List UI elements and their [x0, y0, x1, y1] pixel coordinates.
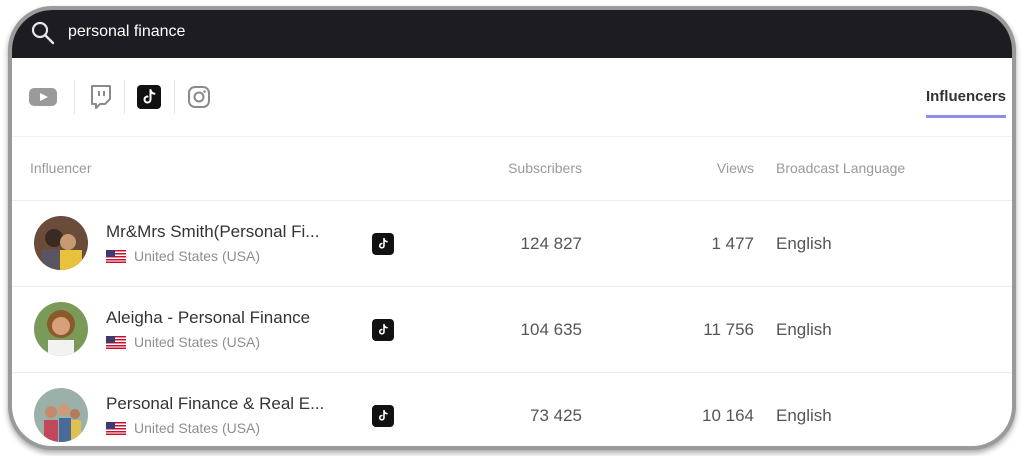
us-flag-icon [106, 250, 126, 263]
influencer-country: United States (USA) [106, 334, 260, 350]
subscribers-value: 73 425 [530, 406, 582, 425]
tiktok-icon [372, 233, 394, 255]
avatar [34, 302, 88, 356]
table-header: Influencer Subscribers Views Broadcast L… [12, 136, 1012, 201]
country-label: United States (USA) [134, 420, 261, 436]
language-value: English [776, 320, 832, 339]
language-value: English [776, 234, 832, 253]
views-value: 1 477 [711, 234, 754, 253]
us-flag-icon [106, 422, 126, 435]
tiktok-icon [372, 405, 394, 427]
language-value: English [776, 406, 832, 425]
views-value: 11 756 [703, 320, 754, 339]
search-icon[interactable] [30, 20, 56, 46]
app-frame: personal finance Influencers Influencer … [8, 6, 1016, 450]
divider [74, 80, 75, 114]
influencer-name[interactable]: Personal Finance & Real E... [106, 394, 324, 414]
avatar [34, 216, 88, 270]
search-bar: personal finance [12, 10, 1012, 58]
tiktok-icon[interactable] [132, 80, 166, 114]
platform-filter-bar: Influencers [12, 58, 1012, 137]
column-header-language[interactable]: Broadcast Language [776, 160, 905, 176]
country-label: United States (USA) [134, 248, 261, 264]
tiktok-icon [372, 319, 394, 341]
search-input[interactable]: personal finance [68, 23, 185, 41]
subscribers-value: 124 827 [520, 234, 582, 253]
influencer-name[interactable]: Aleigha - Personal Finance [106, 308, 310, 328]
divider [174, 80, 175, 114]
influencer-country: United States (USA) [106, 248, 260, 264]
column-header-views[interactable]: Views [717, 160, 754, 176]
column-header-subscribers[interactable]: Subscribers [508, 160, 582, 176]
youtube-icon[interactable] [26, 80, 60, 114]
subscribers-value: 104 635 [520, 320, 582, 339]
views-value: 10 164 [702, 406, 754, 425]
avatar [34, 388, 88, 442]
tab-influencers[interactable]: Influencers [925, 88, 1006, 118]
table-row[interactable]: Personal Finance & Real E... United Stat… [12, 372, 1012, 446]
divider [124, 80, 125, 114]
table-row[interactable]: Aleigha - Personal Finance United States… [12, 286, 1012, 373]
twitch-icon[interactable] [84, 80, 118, 114]
country-label: United States (USA) [134, 334, 261, 350]
table-row[interactable]: Mr&Mrs Smith(Personal Fi... United State… [12, 200, 1012, 287]
influencer-country: United States (USA) [106, 420, 260, 436]
column-header-influencer[interactable]: Influencer [30, 160, 91, 176]
instagram-icon[interactable] [182, 80, 216, 114]
influencer-name[interactable]: Mr&Mrs Smith(Personal Fi... [106, 222, 319, 242]
us-flag-icon [106, 336, 126, 349]
